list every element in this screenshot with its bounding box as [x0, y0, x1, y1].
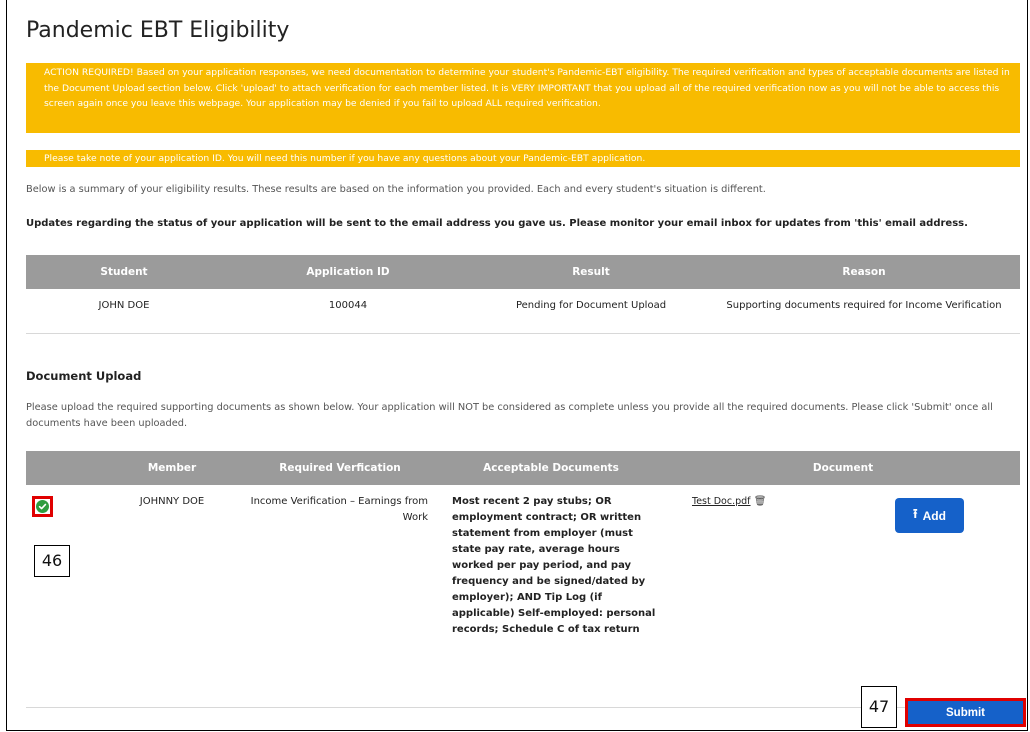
result-status: Pending for Document Upload	[474, 289, 708, 334]
page-title: Pandemic EBT Eligibility	[26, 18, 290, 43]
check-circle-icon	[36, 500, 49, 513]
upload-instructions: Please upload the required supporting do…	[26, 402, 993, 429]
document-cell: Test Doc.pdf 🗑	[666, 485, 1020, 708]
trash-icon[interactable]: 🗑	[754, 496, 767, 507]
document-upload-table: Member Required Verfication Acceptable D…	[26, 451, 1020, 708]
required-verification: Income Verification – Earnings from Work	[244, 485, 436, 708]
acceptable-documents: Most recent 2 pay stubs; OR employment c…	[436, 485, 666, 708]
header-application-id: Application ID	[222, 255, 474, 289]
submit-button[interactable]: Submit	[908, 701, 1023, 724]
table-row: JOHN DOE 100044 Pending for Document Upl…	[26, 289, 1020, 334]
results-table: Student Application ID Result Reason JOH…	[26, 255, 1020, 334]
application-id-alert: Please take note of your application ID.…	[26, 150, 1020, 167]
header-reason: Reason	[708, 255, 1020, 289]
checkmark-icon	[38, 503, 47, 510]
status-cell	[26, 485, 100, 708]
status-highlight	[32, 496, 53, 517]
header-status	[26, 451, 100, 485]
summary-text: Below is a summary of your eligibility r…	[26, 184, 766, 195]
callout-label: 46	[34, 545, 70, 577]
application-id: 100044	[222, 289, 474, 334]
updates-text: Updates regarding the status of your app…	[26, 218, 968, 229]
header-member: Member	[100, 451, 244, 485]
callout-label: 47	[861, 686, 897, 728]
header-required-verification: Required Verfication	[244, 451, 436, 485]
submit-highlight: Submit	[905, 698, 1026, 727]
table-row: JOHNNY DOE Income Verification – Earning…	[26, 485, 1020, 708]
result-reason: Supporting documents required for Income…	[708, 289, 1020, 334]
upload-icon: ⭱	[913, 505, 918, 521]
add-button-label: Add	[922, 508, 946, 523]
document-upload-heading: Document Upload	[26, 369, 142, 383]
student-name: JOHN DOE	[26, 289, 222, 334]
action-required-alert: ACTION REQUIRED! Based on your applicati…	[26, 63, 1020, 133]
header-document: Document	[666, 451, 1020, 485]
add-document-button[interactable]: ⭱ Add	[895, 498, 964, 533]
header-result: Result	[474, 255, 708, 289]
member-name: JOHNNY DOE	[100, 485, 244, 708]
document-link[interactable]: Test Doc.pdf	[692, 496, 751, 507]
header-acceptable-documents: Acceptable Documents	[436, 451, 666, 485]
header-student: Student	[26, 255, 222, 289]
